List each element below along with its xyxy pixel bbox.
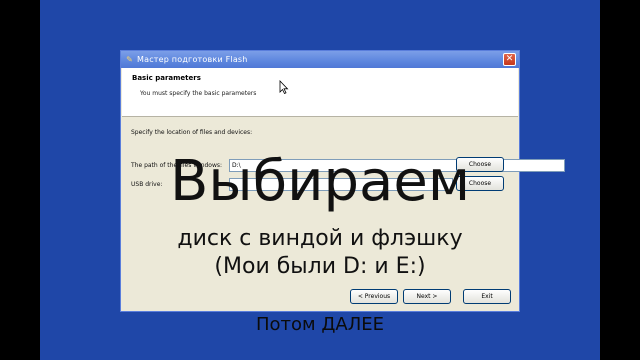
overlay-line-2: (Мои были D: и E:) [214,254,426,279]
title-bar[interactable]: ✎ Мастер подготовки Flash ✕ [121,51,519,68]
header-title: Basic parameters [132,74,201,82]
wizard-header: Basic parameters You must specify the ba… [122,68,518,117]
overlay-line-1: диск с виндой и флэшку [177,226,463,251]
mouse-pointer-icon [279,80,289,94]
flash-app-icon: ✎ [126,55,133,64]
exit-button[interactable]: Exit [463,289,511,304]
close-button[interactable]: ✕ [503,53,516,66]
window-title: Мастер подготовки Flash [137,55,248,64]
previous-button[interactable]: < Previous [350,289,398,304]
overlay-footer: Потом ДАЛЕЕ [255,314,384,335]
instruction-text: Specify the location of files and device… [131,129,253,136]
next-button[interactable]: Next > [403,289,451,304]
overlay-title: Выбираем [169,149,471,214]
header-subtitle: You must specify the basic parameters [140,90,257,97]
